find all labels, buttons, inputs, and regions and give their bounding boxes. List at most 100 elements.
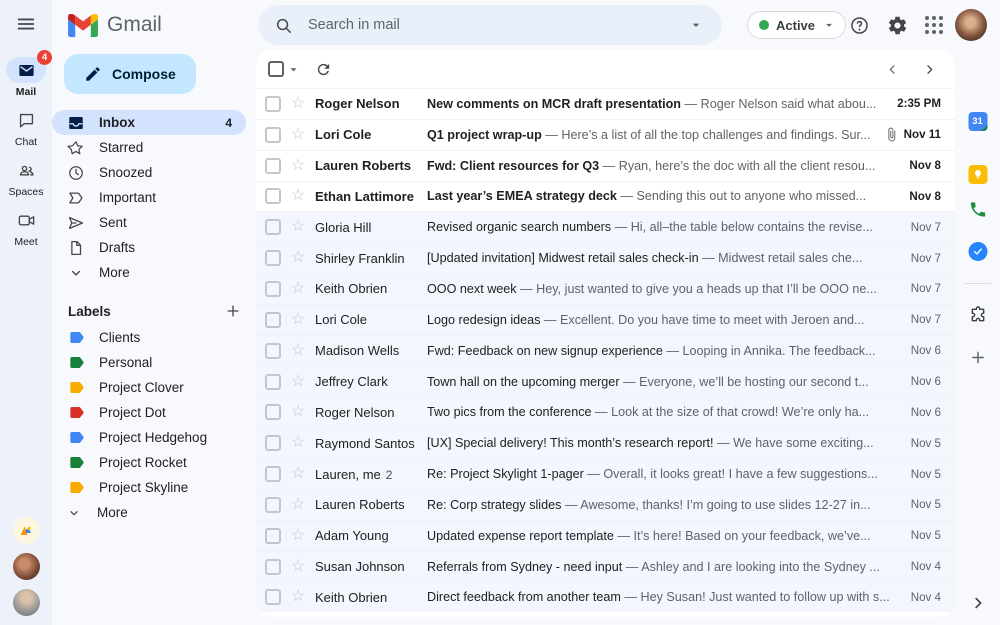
rail-item-meet[interactable]: Meet [0,207,52,248]
email-row[interactable]: ☆ Keith Obrien OOO next week — Hey, just w… [256,273,955,304]
settings-button[interactable] [885,13,909,37]
email-row[interactable]: ☆ Madison Wells Fwd: Feedback on new signu… [256,334,955,366]
sidebar-item-drafts[interactable]: Drafts [52,235,246,260]
star-toggle[interactable]: ☆ [289,250,307,266]
snippet: — Everyone, we’ll be hosting our second … [619,374,869,389]
star-toggle[interactable]: ☆ [289,373,307,390]
email-row[interactable]: ☆ Lauren, me 2 Re: Project Skylight 1-pager… [256,458,955,489]
row-checkbox[interactable] [265,373,281,390]
row-checkbox[interactable] [265,311,281,328]
main-menu-button[interactable] [0,0,52,48]
row-checkbox[interactable] [265,558,281,575]
star-toggle[interactable]: ☆ [289,435,307,451]
label-item-project-skyline[interactable]: Project Skyline [52,475,256,500]
label-item-project-dot[interactable]: Project Dot [52,400,256,425]
row-checkbox[interactable] [265,157,281,174]
star-toggle[interactable]: ☆ [289,589,307,605]
star-toggle[interactable]: ☆ [289,558,307,575]
star-toggle[interactable]: ☆ [289,527,307,544]
row-checkbox[interactable] [265,435,281,452]
star-toggle[interactable]: ☆ [289,219,307,235]
rail-item-mail[interactable]: 4 Mail [0,50,52,98]
star-toggle[interactable]: ☆ [289,188,307,204]
email-row[interactable]: ☆ Gloria Hill Revised organic search numbe… [256,211,955,243]
search-bar[interactable]: Search in mail [258,5,722,45]
older-page-button[interactable] [922,62,937,77]
rail-item-chat[interactable]: Chat [0,107,52,148]
profile-avatar[interactable] [955,9,987,41]
calendar-icon[interactable]: 31 [968,112,987,131]
date: Nov 4 [910,590,941,604]
star-toggle[interactable]: ☆ [289,157,307,174]
labels-more-button[interactable]: More [52,500,256,525]
sidebar-item-inbox[interactable]: Inbox 4 [52,110,246,135]
email-row[interactable]: ☆ Lauren Roberts Fwd: Client resources for… [256,149,955,181]
row-checkbox[interactable] [265,527,281,544]
email-row[interactable]: ☆ Adam Young Updated expense report templa… [256,519,955,551]
email-row[interactable]: ☆ Keith Obrien Direct feedback from anothe… [256,581,955,613]
sidebar-item-more[interactable]: More [52,260,246,285]
star-toggle[interactable]: ☆ [289,126,307,143]
star-toggle[interactable]: ☆ [289,342,307,359]
row-checkbox[interactable] [265,188,281,205]
compose-button[interactable]: Compose [64,54,196,94]
addon-app-logo[interactable] [12,517,40,544]
sidebar-item-starred[interactable]: Starred [52,135,246,160]
row-checkbox[interactable] [265,280,281,297]
label-item-project-rocket[interactable]: Project Rocket [52,450,256,475]
rail-item-spaces[interactable]: Spaces [0,157,52,198]
star-toggle[interactable]: ☆ [289,280,307,297]
row-checkbox[interactable] [265,250,281,267]
row-checkbox[interactable] [265,466,281,483]
row-checkbox[interactable] [265,496,281,513]
select-options-button[interactable] [286,62,301,77]
search-options-button[interactable] [688,17,704,33]
row-checkbox[interactable] [265,404,281,421]
email-row[interactable]: ☆ Roger Nelson Two pics from the conferenc… [256,396,955,428]
google-apps-button[interactable] [922,13,946,37]
contact-avatar-1[interactable] [12,553,40,580]
create-label-button[interactable] [224,302,242,320]
email-row[interactable]: ☆ Ethan Lattimore Last year’s EMEA strateg… [256,180,955,212]
newer-page-button[interactable] [885,62,900,77]
email-row[interactable]: ☆ Jeffrey Clark Town hall on the upcoming … [256,365,955,397]
addons-icon[interactable] [968,305,988,325]
label-item-project-clover[interactable]: Project Clover [52,375,256,400]
email-row[interactable]: ☆ Susan Johnson Referrals from Sydney - ne… [256,550,955,582]
side-panel-expand-button[interactable] [969,594,989,614]
email-row[interactable]: ☆ Shirley Franklin [Updated invitation] Mi… [256,242,955,274]
help-button[interactable] [847,13,871,37]
email-row[interactable]: ☆ Roger Nelson New comments on MCR draft p… [256,88,955,119]
row-checkbox[interactable] [265,589,281,606]
get-addons-button[interactable] [968,348,987,367]
sidebar-item-sent[interactable]: Sent [52,210,246,235]
star-toggle[interactable]: ☆ [289,496,307,513]
row-checkbox[interactable] [265,219,281,236]
sidebar-item-snoozed[interactable]: Snoozed [52,160,246,185]
tasks-icon[interactable] [968,242,987,261]
star-toggle[interactable]: ☆ [289,311,307,328]
email-row[interactable]: ☆ Raymond Santos [UX] Special delivery! Th… [256,427,955,459]
star-toggle[interactable]: ☆ [289,466,307,482]
email-row[interactable]: ☆ Lauren Roberts Re: Corp strategy slides … [256,488,955,520]
star-toggle[interactable]: ☆ [289,404,307,420]
label-item-clients[interactable]: Clients [52,325,256,350]
refresh-button[interactable] [315,61,332,78]
row-checkbox[interactable] [265,342,281,359]
keep-icon[interactable] [968,165,987,184]
contact-avatar-2[interactable] [12,589,40,616]
label-item-personal[interactable]: Personal [52,350,256,375]
subject: Q1 project wrap-up [427,127,542,142]
search-icon[interactable] [274,16,293,35]
row-checkbox[interactable] [265,95,281,112]
email-row[interactable]: ☆ Lori Cole Logo redesign ideas — Excellen… [256,303,955,335]
star-toggle[interactable]: ☆ [289,95,307,112]
voice-icon[interactable] [968,200,987,219]
label-item-project-hedgehog[interactable]: Project Hedgehog [52,425,256,450]
search-input[interactable]: Search in mail [308,17,688,33]
status-selector[interactable]: Active [747,11,847,39]
row-checkbox[interactable] [265,126,281,143]
email-row[interactable]: ☆ Lori Cole Q1 project wrap-up — Here’s a … [256,118,955,150]
sidebar-item-important[interactable]: Important [52,185,246,210]
select-all-checkbox[interactable] [268,61,284,77]
